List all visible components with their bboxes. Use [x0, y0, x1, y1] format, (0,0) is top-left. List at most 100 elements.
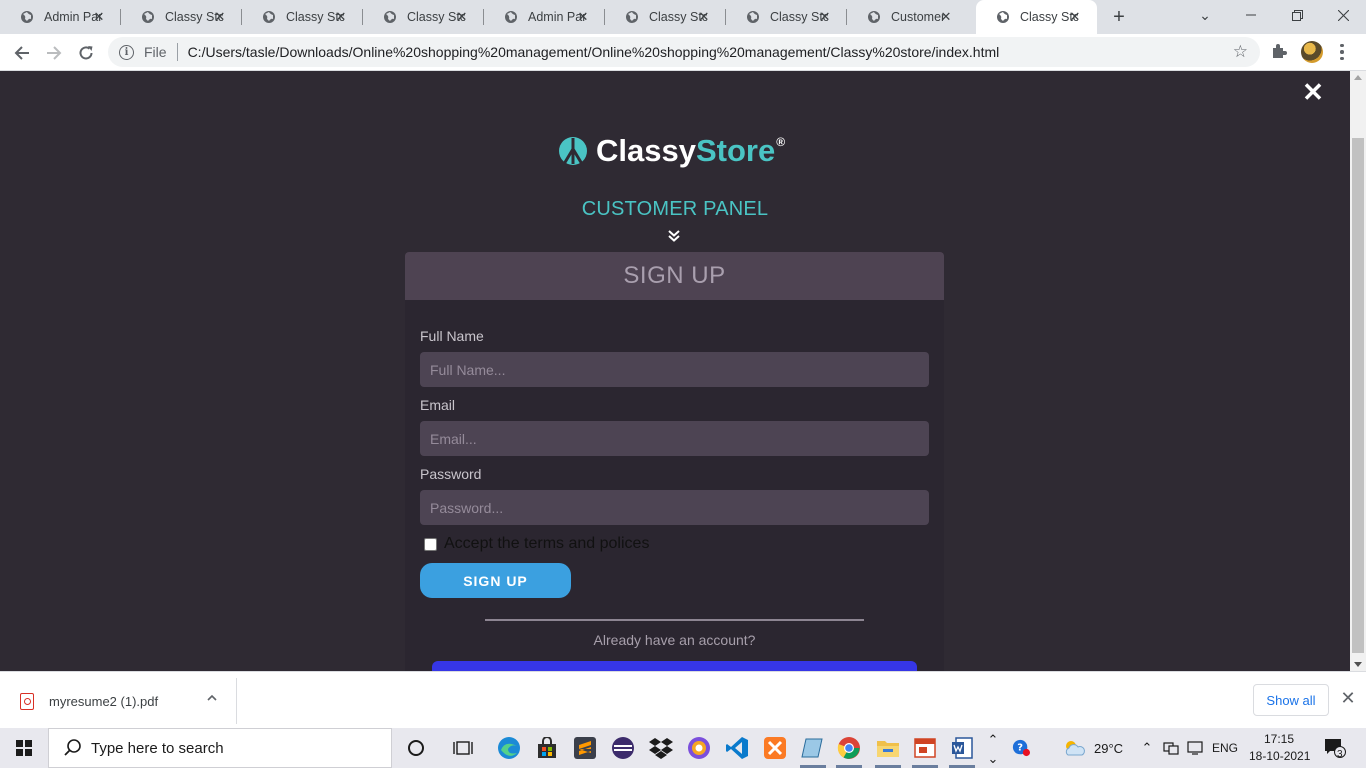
signup-button[interactable]: SIGN UP — [420, 563, 571, 598]
terms-label[interactable]: Accept the terms and polices — [444, 535, 649, 553]
scroll-up-icon[interactable] — [1354, 75, 1362, 80]
powerpoint-icon[interactable] — [912, 735, 938, 768]
browser-tab[interactable]: Admin Panel ✕ — [484, 0, 605, 34]
taskbar-search-placeholder: Type here to search — [91, 739, 224, 757]
close-icon[interactable]: ✕ — [1301, 79, 1325, 105]
task-view-icon[interactable] — [450, 735, 476, 761]
brand-name-part2: Store — [695, 133, 776, 168]
already-account-text: Already have an account? — [593, 632, 756, 648]
tab-close-icon[interactable]: ✕ — [333, 9, 349, 25]
tray-scroll-up-icon[interactable]: ⌃ — [984, 731, 1002, 749]
eclipse-icon[interactable] — [610, 735, 636, 761]
tray-scroll-down-icon[interactable]: ⌄ — [984, 750, 1002, 768]
tab-close-icon[interactable]: ✕ — [212, 9, 228, 25]
tab-close-icon[interactable]: ✕ — [454, 9, 470, 25]
browser-tab[interactable]: Admin Panel ✕ — [0, 0, 121, 34]
word-icon[interactable] — [949, 735, 975, 768]
browser-tab-strip: Admin Panel ✕ Classy Store ✕ Classy Stor… — [0, 0, 1366, 34]
notepad-icon[interactable] — [800, 735, 826, 768]
tab-close-icon[interactable]: ✕ — [696, 9, 712, 25]
browser-tab[interactable]: Customer Panel ✕ — [847, 0, 968, 34]
tab-close-icon[interactable]: ✕ — [575, 9, 591, 25]
new-tab-button[interactable]: + — [1108, 6, 1130, 28]
network-icon[interactable] — [1162, 739, 1180, 757]
download-item[interactable]: myresume2 (1).pdf — [0, 678, 237, 724]
cortana-icon[interactable] — [403, 735, 429, 761]
scrollbar-thumb[interactable] — [1352, 138, 1364, 653]
sublime-text-icon[interactable] — [572, 735, 598, 761]
restore-button[interactable] — [1274, 0, 1320, 30]
file-explorer-icon[interactable] — [875, 735, 901, 768]
help-icon[interactable]: ? — [1012, 739, 1030, 757]
panel-title: CUSTOMER PANEL — [581, 198, 769, 220]
tab-search-chevron-icon[interactable]: ⌄ — [1182, 0, 1228, 30]
show-hidden-icons-chevron-icon[interactable]: ⌃ — [1138, 739, 1156, 757]
browser-tab-active[interactable]: Classy Store ✕ — [976, 0, 1097, 34]
brand-logo[interactable]: Classy Store ® — [558, 131, 785, 171]
bookmark-star-icon[interactable]: ☆ — [1233, 42, 1248, 62]
edge-icon[interactable] — [496, 735, 522, 761]
globe-icon — [996, 10, 1010, 24]
globe-icon — [383, 10, 397, 24]
tab-close-icon[interactable]: ✕ — [938, 9, 954, 25]
browser-tab[interactable]: Classy Store ✕ — [726, 0, 847, 34]
browser-tab[interactable]: Classy Store ✕ — [242, 0, 363, 34]
email-input[interactable] — [420, 421, 929, 456]
globe-icon — [20, 10, 34, 24]
globe-icon — [625, 10, 639, 24]
clock-date[interactable]: 18-10-2021 — [1249, 749, 1310, 763]
address-url[interactable]: C:/Users/tasle/Downloads/Online%20shoppi… — [188, 44, 1000, 60]
dropbox-icon[interactable] — [648, 735, 674, 761]
globe-icon — [867, 10, 881, 24]
form-divider — [485, 619, 864, 621]
browser-tab[interactable]: Classy Store ✕ — [605, 0, 726, 34]
browser-tab[interactable]: Classy Store ✕ — [121, 0, 242, 34]
terms-checkbox[interactable] — [424, 537, 437, 551]
windows-start-icon[interactable] — [16, 740, 32, 756]
windows-taskbar: Type here to search ⌃ ⌄ ? 29°C ⌃ ENG 17:… — [0, 728, 1366, 768]
logo-mark-icon — [559, 137, 587, 165]
address-bar[interactable]: i File C:/Users/tasle/Downloads/Online%2… — [108, 37, 1260, 67]
scroll-down-icon[interactable] — [1354, 662, 1362, 667]
weather-cloud-icon[interactable] — [1062, 739, 1086, 757]
tab-close-icon[interactable]: ✕ — [91, 9, 107, 25]
password-input[interactable] — [420, 490, 929, 525]
brave-icon[interactable] — [686, 735, 712, 761]
clock-time[interactable]: 17:15 — [1264, 732, 1294, 746]
profile-avatar[interactable] — [1301, 41, 1323, 63]
tab-close-icon[interactable]: ✕ — [817, 9, 833, 25]
language-indicator[interactable]: ENG — [1212, 741, 1238, 755]
address-protocol: File — [144, 44, 167, 60]
minimize-button[interactable] — [1228, 0, 1274, 30]
full-name-input[interactable] — [420, 352, 929, 387]
signup-form: SIGN UP Full Name Email Password Accept … — [405, 252, 944, 671]
store-bag-icon[interactable] — [534, 735, 560, 761]
close-window-button[interactable] — [1320, 0, 1366, 30]
vscode-icon[interactable] — [724, 735, 750, 761]
download-bar-close-icon[interactable]: ✕ — [1339, 689, 1357, 707]
tab-close-icon[interactable]: ✕ — [1067, 9, 1083, 25]
display-icon[interactable] — [1186, 739, 1204, 757]
weather-temperature[interactable]: 29°C — [1094, 741, 1123, 756]
page-scrollbar[interactable] — [1350, 71, 1366, 671]
download-file-name[interactable]: myresume2 (1).pdf — [49, 694, 158, 709]
login-button[interactable] — [432, 661, 917, 671]
back-button[interactable] — [9, 40, 35, 66]
show-all-button[interactable]: Show all — [1253, 684, 1329, 716]
globe-icon — [141, 10, 155, 24]
signup-heading: SIGN UP — [405, 252, 944, 300]
registered-mark: ® — [776, 135, 786, 149]
globe-icon — [262, 10, 276, 24]
xampp-icon[interactable] — [762, 735, 788, 761]
browser-tab[interactable]: Classy Store ✕ — [363, 0, 484, 34]
info-icon[interactable]: i — [119, 44, 134, 60]
svg-text:?: ? — [1017, 743, 1023, 754]
extensions-puzzle-icon[interactable] — [1269, 42, 1289, 62]
reload-button[interactable] — [73, 40, 99, 66]
address-divider — [176, 43, 178, 61]
chrome-icon[interactable] — [836, 735, 862, 768]
more-menu-icon[interactable] — [1337, 40, 1347, 64]
forward-button[interactable] — [41, 40, 67, 66]
taskbar-search[interactable]: Type here to search — [48, 728, 392, 768]
chevron-up-icon[interactable] — [205, 692, 219, 706]
